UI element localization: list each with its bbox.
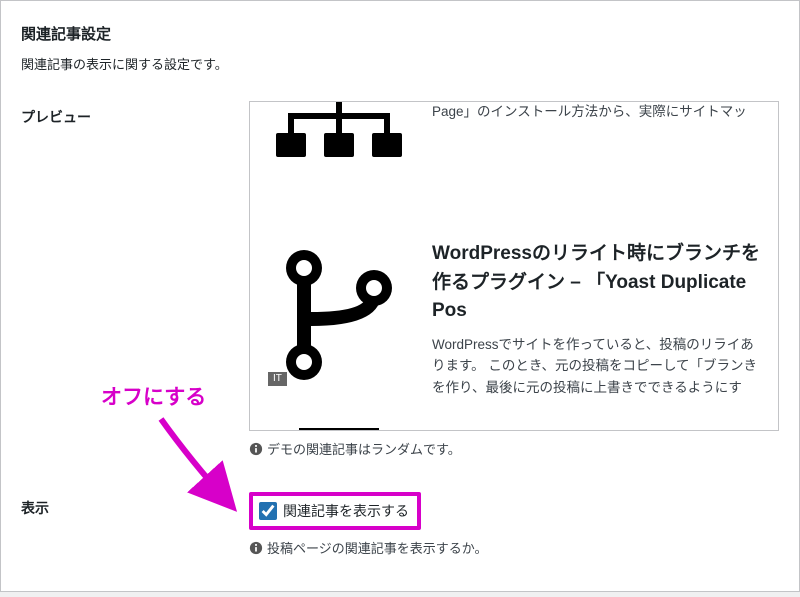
- section-desc: 関連記事の表示に関する設定です。: [21, 54, 779, 73]
- display-checkbox-label: 関連記事を表示する: [283, 501, 409, 521]
- preview-thumb: IT: [264, 240, 414, 390]
- settings-panel: 関連記事設定 関連記事の表示に関する設定です。 プレビュー: [0, 0, 800, 592]
- row-preview: プレビュー: [21, 101, 779, 458]
- card-excerpt: WordPressでサイトを作っていると、投稿のリライあります。 このとき、元の…: [432, 334, 764, 399]
- row-display: 表示 関連記事を表示する 投稿ページの関連記事を表示するか。: [21, 492, 779, 557]
- partial-icon: [264, 428, 414, 431]
- preview-thumb: [264, 101, 414, 208]
- row-label-display: 表示: [21, 492, 249, 518]
- card-title: WordPressのリライト時にブランチを作るプラグイン – 「Yoast Du…: [432, 240, 764, 326]
- display-note: 投稿ページの関連記事を表示するか。: [249, 538, 779, 557]
- display-checkbox[interactable]: [259, 502, 277, 520]
- preview-card[interactable]: [260, 422, 768, 431]
- sitemap-icon: [264, 101, 414, 193]
- card-excerpt: WrordPressで新規サイトを作りましたが、ユーザ向ラグインで作ることにしま…: [432, 101, 764, 123]
- info-icon: [249, 541, 263, 555]
- display-note-text: 投稿ページの関連記事を表示するか。: [267, 538, 487, 557]
- tag-badge: IT: [268, 372, 287, 386]
- preview-note-text: デモの関連記事はランダムです。: [267, 439, 461, 458]
- display-checkbox-wrap[interactable]: 関連記事を表示する: [249, 492, 421, 530]
- branch-icon: [264, 240, 414, 390]
- row-label-preview: プレビュー: [21, 101, 249, 127]
- preview-note: デモの関連記事はランダムです。: [249, 439, 779, 458]
- preview-card[interactable]: WrordPressで新規サイトを作りましたが、ユーザ向ラグインで作ることにしま…: [260, 101, 768, 230]
- section-title: 関連記事設定: [21, 23, 779, 44]
- preview-card[interactable]: IT WordPressのリライト時にブランチを作るプラグイン – 「Yoast…: [260, 230, 768, 422]
- preview-thumb: [264, 428, 414, 431]
- preview-box[interactable]: WrordPressで新規サイトを作りましたが、ユーザ向ラグインで作ることにしま…: [249, 101, 779, 431]
- info-icon: [249, 442, 263, 456]
